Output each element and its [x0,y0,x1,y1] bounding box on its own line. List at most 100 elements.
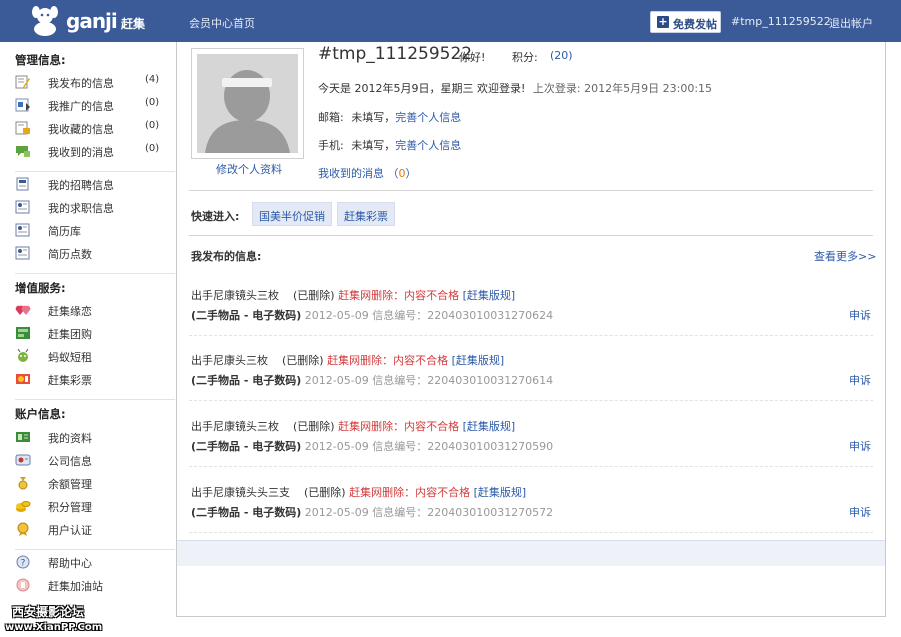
sidebar-item-label: 帮助中心 [48,557,92,570]
avatar[interactable] [191,48,304,159]
post-title[interactable]: 出手尼康镜头三枚 [191,420,279,433]
complete-info-link-email[interactable]: 完善个人信息 [395,111,461,124]
sidebar-item-lottery[interactable]: 赶集彩票 [15,371,165,389]
rules-link[interactable]: [赶集版规] [474,486,527,499]
ant-icon [17,349,29,362]
sidebar-item-my-recruit[interactable]: 我的招聘信息 [15,176,165,194]
sidebar-item-group-buy[interactable]: 赶集团购 [15,325,165,343]
quick-entry-label: 快速进入: [191,210,240,223]
post-category: (二手物品 - 电子数码) [191,374,302,387]
member-home-link[interactable]: 会员中心首页 [189,15,255,31]
post-delete-reason: 赶集网删除：内容不合格 [338,420,460,433]
verify-icon [17,522,29,536]
sidebar-item-dating[interactable]: 赶集缘恋 [15,302,165,320]
post-divider [189,466,873,467]
post-status: (已删除) [282,354,324,367]
sidebar-item-label: 我收到的消息 [48,146,114,159]
posted-section-title: 我发布的信息: [191,250,262,263]
sidebar-item-points[interactable]: 积分管理 [15,498,165,516]
divider [189,190,873,191]
view-more-link[interactable]: 查看更多>> [814,248,876,264]
divider [189,235,873,236]
sidebar-item-label: 赶集加油站 [48,580,103,593]
sidebar-item-resume-points[interactable]: 简历点数 [15,245,165,263]
email-line: 邮箱: 未填写，完善个人信息 [318,109,461,125]
recruit-icon [16,177,29,191]
phone-value: 未填写， [351,139,396,152]
quick-entry-lottery-button[interactable]: 赶集彩票 [337,202,395,226]
post-category: (二手物品 - 电子数码) [191,440,302,453]
post-status: (已删除) [293,289,335,302]
sidebar-item-short-rent[interactable]: 蚂蚁短租 [15,348,165,366]
post-title[interactable]: 出手尼康镜头头三支 [191,486,290,499]
sidebar-item-label: 赶集团购 [48,328,92,341]
sidebar-item-label: 公司信息 [48,455,92,468]
sidebar-divider [15,273,175,274]
rules-link[interactable]: [赶集版规] [463,289,516,302]
post-title[interactable]: 出手尼康镜头三枚 [191,289,279,302]
appeal-link[interactable]: 申诉 [849,372,871,388]
sidebar-item-verification[interactable]: 用户认证 [15,521,165,539]
post-divider [189,532,873,533]
avatar-placeholder [197,54,298,153]
logo-wordmark: ganji [66,9,118,33]
hearts-icon [15,305,31,315]
list-item: 出手尼康镜头三枚 (已删除) 赶集网删除：内容不合格 [赶集版规] (二手物品 -… [191,418,873,476]
post-title[interactable]: 出手尼康头三枚 [191,354,268,367]
appeal-link[interactable]: 申诉 [849,307,871,323]
header-username[interactable]: #tmp_111259522 [731,15,831,28]
edit-icon [15,75,30,89]
sidebar-item-my-favorites[interactable]: 我收藏的信息 (0) [15,120,165,138]
sidebar-item-label: 赶集彩票 [48,374,92,387]
sidebar-divider [15,549,175,550]
post-category: (二手物品 - 电子数码) [191,309,302,322]
top-bar: ganji 赶集 会员中心首页 + 免费发帖 #tmp_111259522 退出… [0,0,901,42]
points-value[interactable]: (20) [550,49,573,62]
post-delete-reason: 赶集网删除：内容不合格 [349,486,471,499]
sidebar-item-my-promoted[interactable]: 我推广的信息 (0) [15,97,165,115]
sidebar-item-label: 简历库 [48,225,81,238]
sidebar-item-count: (0) [145,143,160,154]
rules-link[interactable]: [赶集版规] [463,420,516,433]
appeal-link[interactable]: 申诉 [849,504,871,520]
free-post-button[interactable]: + 免费发帖 [650,11,721,33]
ganji-logo[interactable]: ganji 赶集 [28,4,148,38]
sidebar-item-my-profile[interactable]: 我的资料 [15,429,165,447]
section-title-value-added: 增值服务: [15,281,66,295]
sidebar-item-my-messages[interactable]: 我收到的消息 (0) [15,143,165,161]
appeal-link[interactable]: 申诉 [849,438,871,454]
promote-icon [15,98,30,112]
sidebar-divider [15,399,175,400]
sidebar-item-gas-station[interactable]: 赶集加油站 [15,577,165,595]
sidebar-item-my-posts[interactable]: 我发布的信息 (4) [15,74,165,92]
sidebar-item-help[interactable]: ? 帮助中心 [15,554,165,572]
complete-info-link-phone[interactable]: 完善个人信息 [395,139,461,152]
logout-link[interactable]: 退出帐户 [829,15,873,31]
sidebar-item-label: 用户认证 [48,524,92,537]
sidebar-item-count: (0) [145,97,160,108]
last-login-value: 2012年5月9日 23:00:15 [584,82,713,95]
resume-icon [15,200,30,214]
sidebar: 管理信息: 我发布的信息 (4) 我推广的信息 (0) 我收藏的信息 (0) 我… [0,42,176,637]
post-meta: 2012-05-09 信息编号：220403010031270614 [304,374,554,387]
sidebar-item-count: (0) [145,120,160,131]
resume-points-icon [15,246,30,260]
sidebar-item-label: 赶集缘恋 [48,305,92,318]
messages-line: 我收到的消息 （0） [318,167,417,180]
sidebar-item-company[interactable]: 公司信息 [15,452,165,470]
quick-entry-gome-button[interactable]: 国美半价促销 [252,202,332,226]
post-delete-reason: 赶集网删除：内容不合格 [338,289,460,302]
sidebar-item-label: 我收藏的信息 [48,123,114,136]
company-icon [15,454,31,466]
sidebar-item-resume-library[interactable]: 简历库 [15,222,165,240]
sidebar-item-my-job-search[interactable]: 我的求职信息 [15,199,165,217]
sidebar-item-balance[interactable]: 余额管理 [15,475,165,493]
rules-link[interactable]: [赶集版规] [452,354,505,367]
post-status: (已删除) [293,420,335,433]
sidebar-item-label: 简历点数 [48,248,92,261]
edit-profile-link[interactable]: 修改个人资料 [216,161,282,177]
received-messages-link[interactable]: 我收到的消息 [318,167,384,180]
resume-library-icon [15,223,30,237]
logo-chinese: 赶集 [121,17,146,31]
profile-username: #tmp_111259522 [318,44,473,64]
